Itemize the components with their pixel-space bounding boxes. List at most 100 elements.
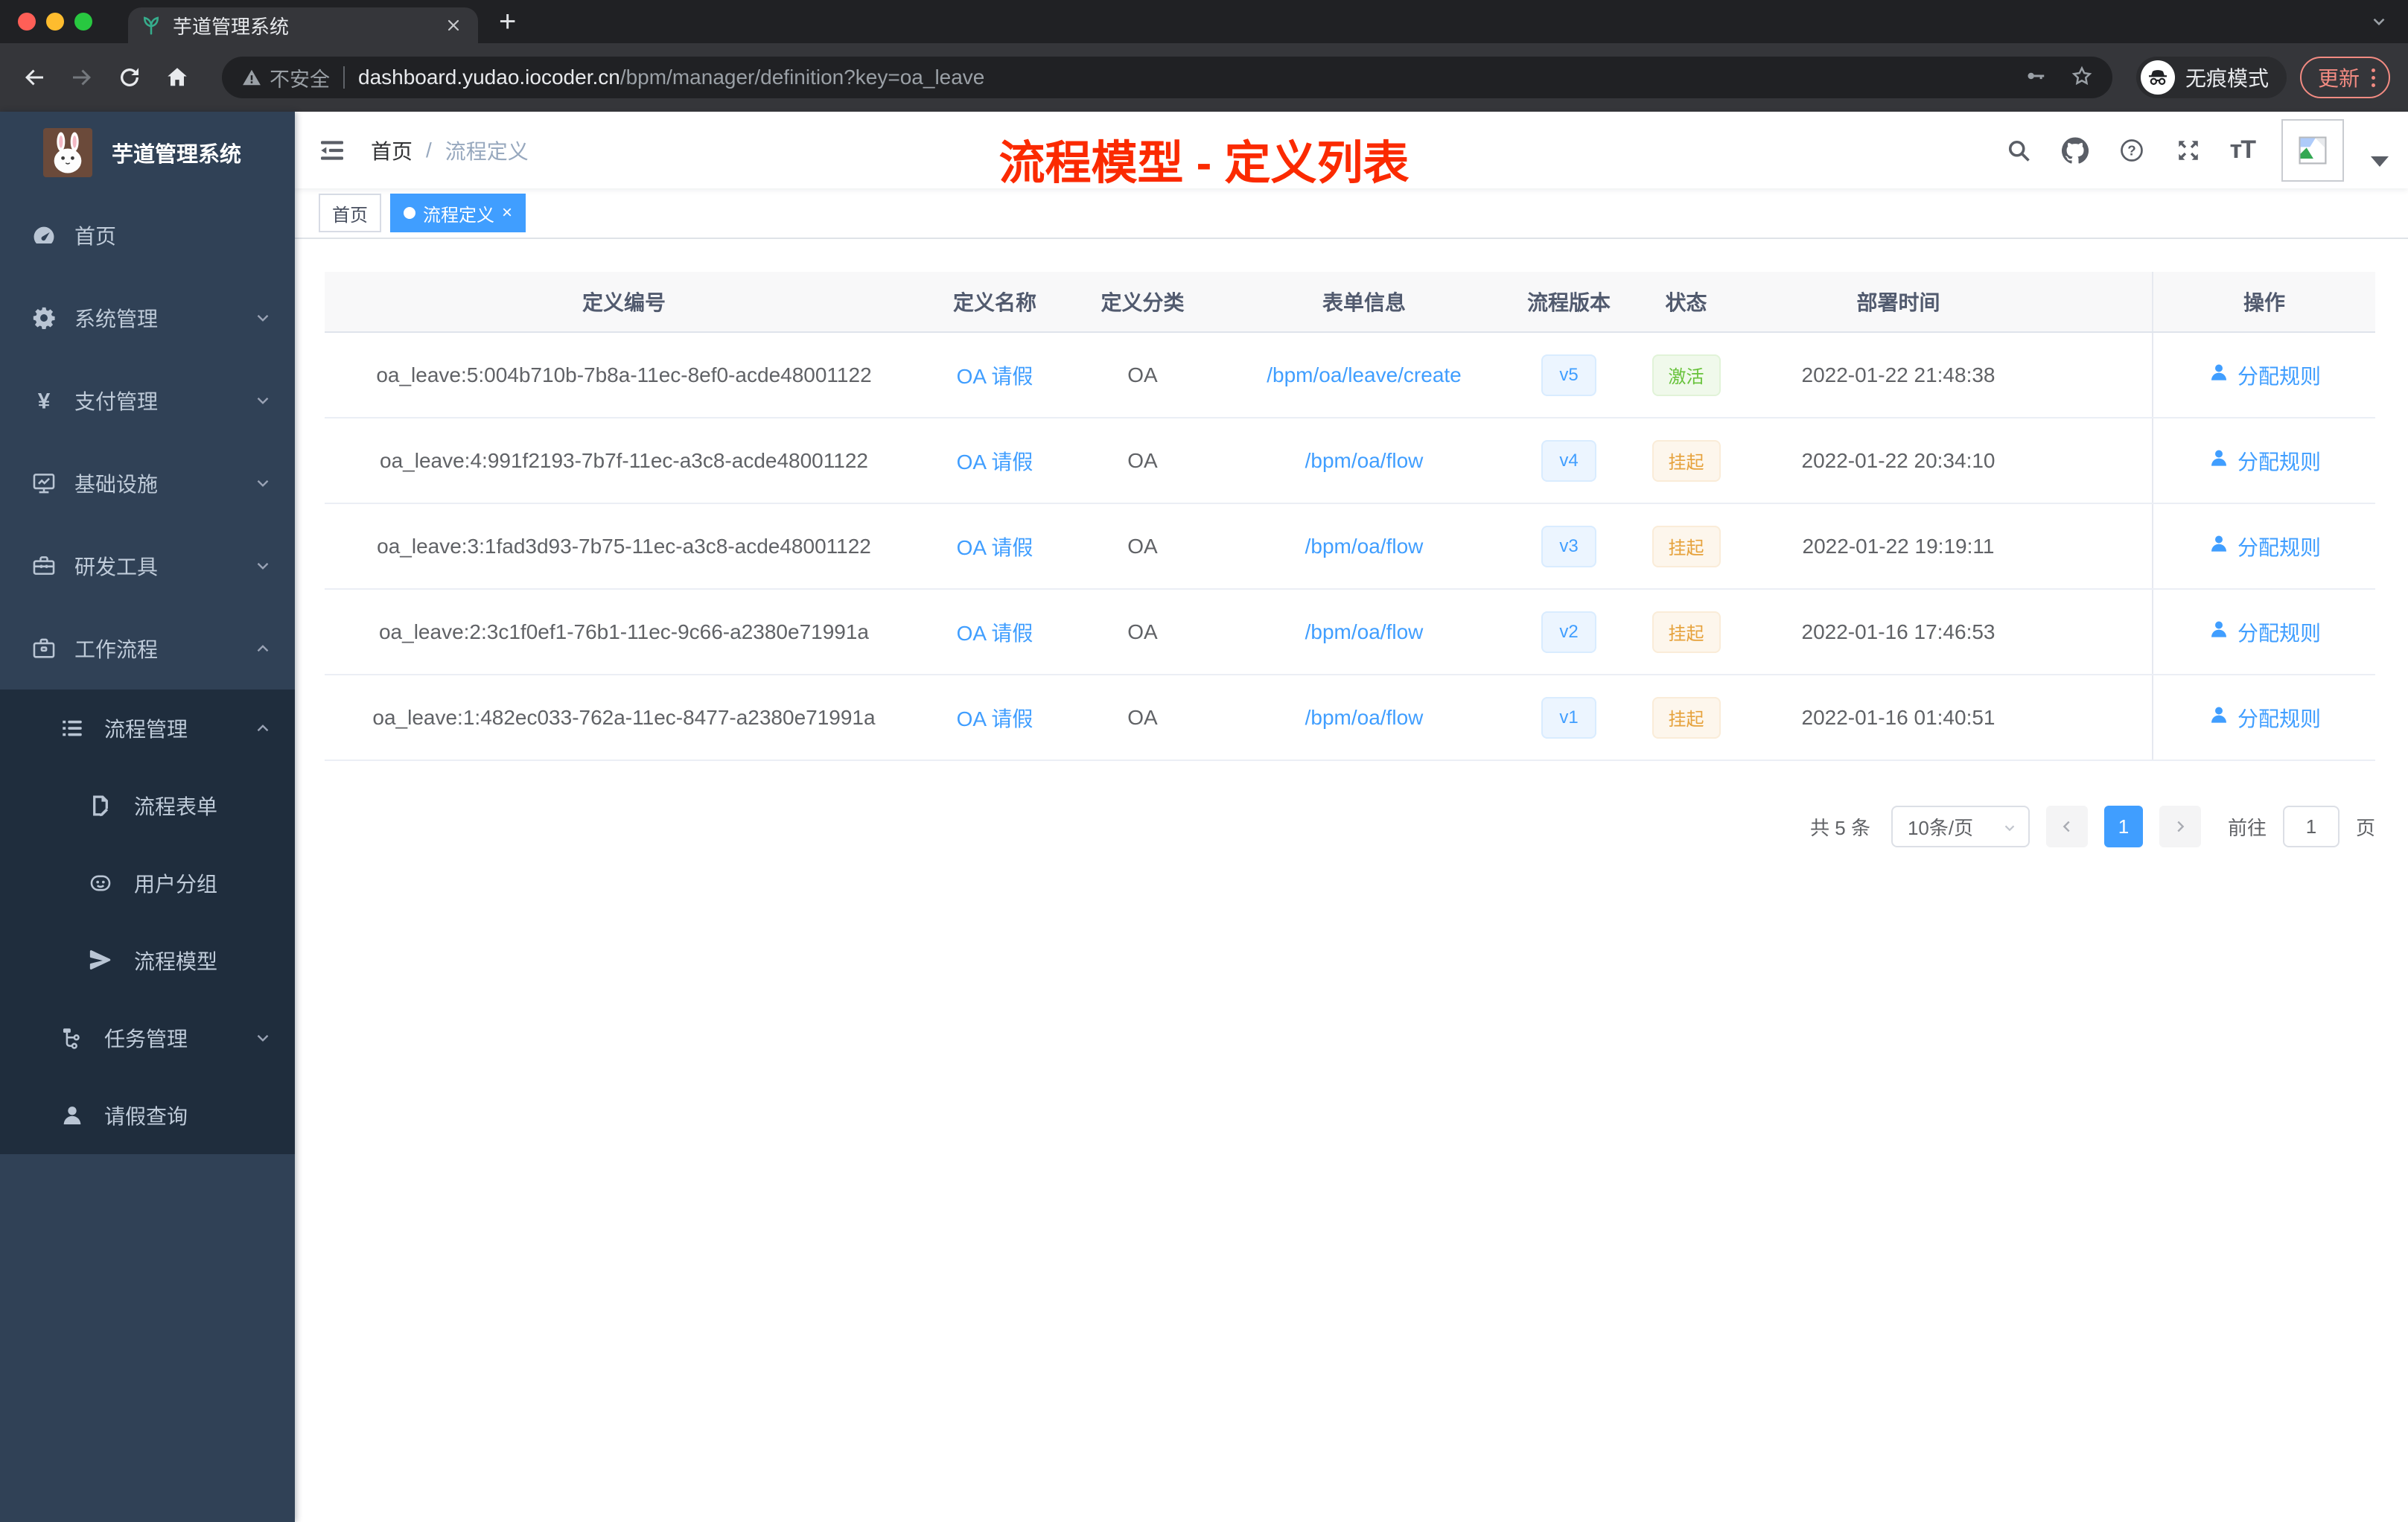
monitor-icon xyxy=(31,471,57,496)
url-text[interactable]: dashboard.yudao.iocoder.cn/bpm/manager/d… xyxy=(358,66,2010,89)
forward-icon[interactable] xyxy=(66,61,98,94)
person-icon xyxy=(2208,447,2230,474)
list-icon xyxy=(60,716,85,741)
help-icon[interactable]: ? xyxy=(2117,136,2147,165)
table-row: oa_leave:2:3c1f0ef1-76b1-11ec-9c66-a2380… xyxy=(325,590,2375,675)
security-warning-icon[interactable] xyxy=(241,67,262,88)
pagination-total: 共 5 条 xyxy=(1810,816,1870,839)
form-link[interactable]: /bpm/oa/flow xyxy=(1305,535,1424,558)
assign-rule-link[interactable]: 分配规则 xyxy=(2208,703,2321,733)
browser-update-button[interactable]: 更新 xyxy=(2299,57,2390,98)
header-filler xyxy=(2053,272,2152,331)
tab-search-chevron-icon[interactable] xyxy=(2369,12,2389,35)
back-icon[interactable] xyxy=(18,61,51,94)
deploy-time-cell: 2022-01-16 17:46:53 xyxy=(1801,620,1995,643)
definition-name-link[interactable]: OA 请假 xyxy=(957,360,1033,390)
window-zoom-button[interactable] xyxy=(74,13,92,31)
tag-close-icon[interactable]: × xyxy=(502,204,512,222)
definition-table: 定义编号 定义名称 定义分类 表单信息 流程版本 状态 部署时间 操作 oa_leave:5:… xyxy=(325,272,2375,761)
sidebar-item-label: 用户分组 xyxy=(134,873,218,896)
sidebar-item-label: 请假查询 xyxy=(104,1105,188,1128)
form-link[interactable]: /bpm/oa/flow xyxy=(1305,706,1424,730)
tab-close-icon[interactable] xyxy=(441,13,466,38)
assign-rule-link[interactable]: 分配规则 xyxy=(2208,617,2321,647)
definition-id-cell: oa_leave:3:1fad3d93-7b75-11ec-a3c8-acde4… xyxy=(377,534,871,558)
security-label[interactable]: 不安全 xyxy=(270,63,330,92)
column-header: 部署时间 xyxy=(1744,272,2053,331)
browser-tab[interactable]: 芋道管理系统 xyxy=(128,7,478,43)
sidebar-item-process-model[interactable]: 流程模型 xyxy=(0,922,295,999)
sidebar-item-payment[interactable]: ¥ 支付管理 xyxy=(0,359,295,442)
sidebar-item-infrastructure[interactable]: 基础设施 xyxy=(0,442,295,524)
red-annotation-title: 流程模型 - 定义列表 xyxy=(998,138,1410,189)
prev-page-button[interactable] xyxy=(2045,806,2088,847)
tag-home[interactable]: 首页 xyxy=(319,194,381,232)
search-icon[interactable] xyxy=(2004,136,2033,165)
window-minimize-button[interactable] xyxy=(46,13,64,31)
sidebar-item-task-manage[interactable]: 任务管理 xyxy=(0,999,295,1077)
assign-rule-link[interactable]: 分配规则 xyxy=(2208,532,2321,561)
new-tab-button[interactable]: + xyxy=(499,7,516,36)
window-close-button[interactable] xyxy=(18,13,36,31)
goto-page-input[interactable] xyxy=(2282,806,2339,847)
avatar-caret-icon[interactable] xyxy=(2371,156,2389,167)
tag-process-definition[interactable]: 流程定义 × xyxy=(390,194,526,232)
next-page-button[interactable] xyxy=(2159,806,2201,847)
person-icon xyxy=(2208,361,2230,389)
sidebar-item-process-manage[interactable]: 流程管理 xyxy=(0,690,295,767)
sidebar-item-label: 流程表单 xyxy=(134,795,218,818)
person-icon xyxy=(2208,532,2230,560)
saved-password-key-icon[interactable] xyxy=(2025,65,2047,91)
sidebar-item-label: 研发工具 xyxy=(74,555,159,579)
definition-name-link[interactable]: OA 请假 xyxy=(957,446,1033,476)
svg-text:?: ? xyxy=(2127,142,2135,158)
chevron-down-icon xyxy=(253,474,273,493)
page-size-label: 10条/页 xyxy=(1907,816,1974,839)
fullscreen-icon[interactable] xyxy=(2173,136,2203,165)
sidebar-item-system[interactable]: 系统管理 xyxy=(0,276,295,359)
address-bar[interactable]: 不安全 dashboard.yudao.iocoder.cn/bpm/manag… xyxy=(222,57,2112,98)
chevron-down-icon xyxy=(253,1028,273,1048)
sidebar-item-label: 支付管理 xyxy=(74,389,159,413)
sidebar-logo[interactable]: 芋道管理系统 xyxy=(0,112,295,194)
font-size-icon[interactable]: тT xyxy=(2230,136,2256,165)
svg-text:¥: ¥ xyxy=(38,389,51,413)
deploy-time-cell: 2022-01-22 19:19:11 xyxy=(1802,534,1995,558)
gear-icon xyxy=(31,305,57,331)
form-link[interactable]: /bpm/oa/flow xyxy=(1305,449,1424,473)
pagination: 共 5 条 10条/页 1 前往 页 xyxy=(325,806,2375,847)
github-icon[interactable] xyxy=(2060,136,2090,165)
definition-name-link[interactable]: OA 请假 xyxy=(957,532,1033,561)
url-domain: dashboard.yudao.iocoder.cn xyxy=(358,66,620,89)
chevron-down-icon xyxy=(253,556,273,576)
column-header: 定义编号 xyxy=(325,272,923,331)
page-number-button[interactable]: 1 xyxy=(2103,806,2143,847)
hamburger-icon[interactable] xyxy=(317,136,347,165)
sidebar-item-process-form[interactable]: 流程表单 xyxy=(0,767,295,844)
definition-name-link[interactable]: OA 请假 xyxy=(957,617,1033,647)
sidebar-item-label: 流程管理 xyxy=(104,718,188,741)
assign-rule-link[interactable]: 分配规则 xyxy=(2208,446,2321,476)
sidebar-item-label: 首页 xyxy=(74,224,117,248)
page-size-select[interactable]: 10条/页 xyxy=(1891,806,2030,847)
user-avatar[interactable] xyxy=(2281,118,2344,182)
sidebar-item-leave-query[interactable]: 请假查询 xyxy=(0,1077,295,1154)
sidebar-item-home[interactable]: 首页 xyxy=(0,194,295,276)
sidebar-item-workflow[interactable]: 工作流程 xyxy=(0,607,295,690)
breadcrumb-home[interactable]: 首页 xyxy=(371,136,413,165)
table-body: oa_leave:5:004b710b-7b8a-11ec-8ef0-acde4… xyxy=(325,333,2375,761)
form-link[interactable]: /bpm/oa/flow xyxy=(1305,620,1424,644)
status-badge: 激活 xyxy=(1651,354,1721,396)
assign-rule-link[interactable]: 分配规则 xyxy=(2208,360,2321,390)
sidebar-item-user-group[interactable]: 用户分组 xyxy=(0,844,295,922)
bookmark-star-icon[interactable] xyxy=(2071,65,2093,91)
form-link[interactable]: /bpm/oa/leave/create xyxy=(1267,363,1462,387)
browser-menu-icon[interactable] xyxy=(2372,68,2375,87)
definition-name-link[interactable]: OA 请假 xyxy=(957,703,1033,733)
sidebar-item-dev-tools[interactable]: 研发工具 xyxy=(0,524,295,607)
person-icon xyxy=(60,1103,85,1128)
definition-id-cell: oa_leave:2:3c1f0ef1-76b1-11ec-9c66-a2380… xyxy=(378,620,869,643)
home-icon[interactable] xyxy=(161,61,194,94)
toolbox-icon xyxy=(31,553,57,579)
reload-icon[interactable] xyxy=(113,61,146,94)
